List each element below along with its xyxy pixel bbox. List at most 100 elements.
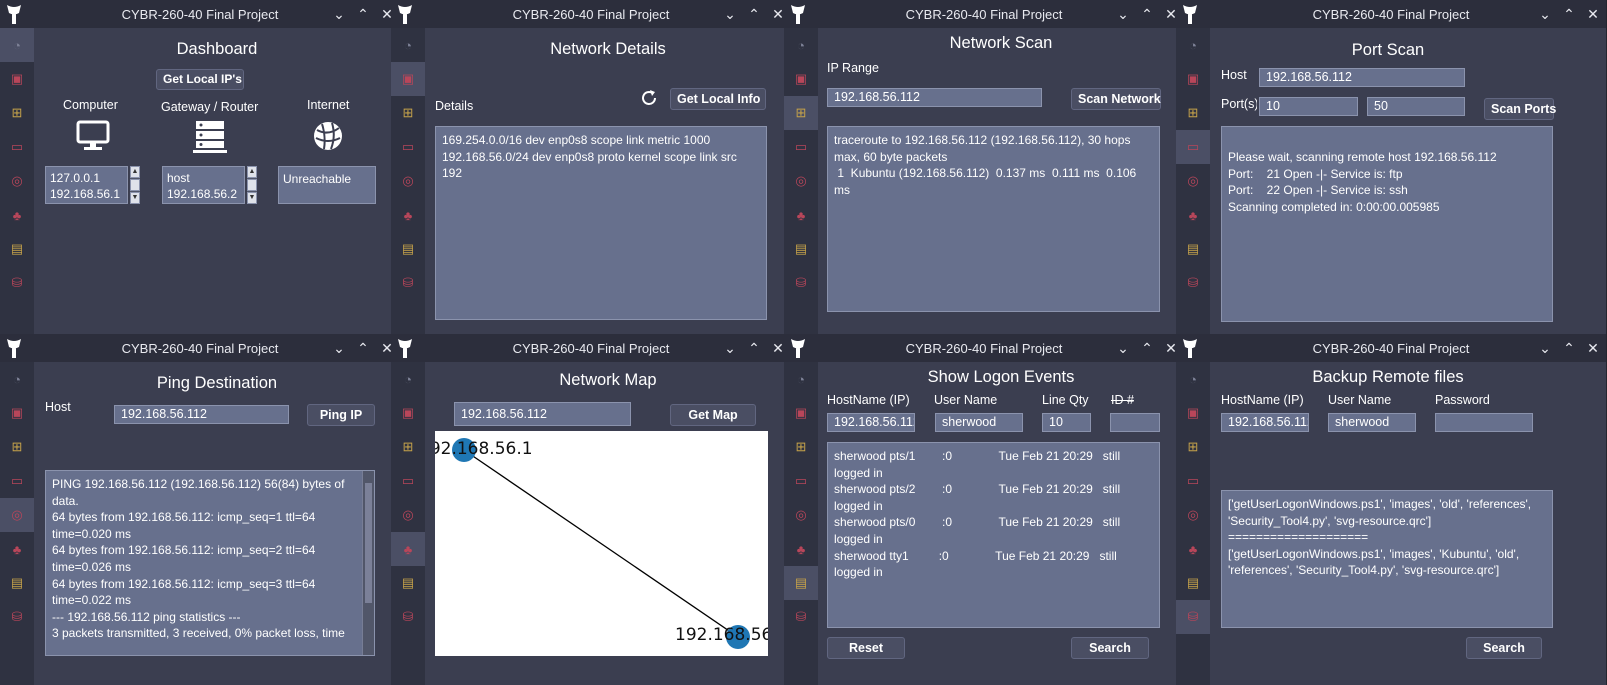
host-input[interactable]: 192.168.56.112 bbox=[1259, 68, 1465, 87]
reset-button[interactable]: Reset bbox=[827, 637, 905, 659]
map-ip-input[interactable]: 192.168.56.112 bbox=[454, 402, 631, 426]
sidebar-item-logon-events[interactable]: ▤ bbox=[0, 566, 34, 600]
sidebar-item-port-scan[interactable]: ▭ bbox=[784, 464, 818, 498]
scroll-up-icon[interactable]: ▲ bbox=[130, 166, 140, 178]
sidebar-item-port-scan[interactable]: ▭ bbox=[784, 130, 818, 164]
maximize-icon[interactable]: ⌃ bbox=[354, 338, 372, 358]
sidebar-item-dashboard[interactable]: ◔ bbox=[1176, 362, 1210, 396]
minimize-icon[interactable]: ⌄ bbox=[330, 338, 348, 358]
sidebar-item-network-map[interactable]: ♣ bbox=[1176, 532, 1210, 566]
ping-ip-button[interactable]: Ping IP bbox=[307, 404, 375, 426]
sidebar-item-ping[interactable]: ◎ bbox=[784, 498, 818, 532]
sidebar-item-ping[interactable]: ◎ bbox=[1176, 164, 1210, 198]
password-input[interactable] bbox=[1435, 413, 1533, 432]
hostname-input[interactable]: 192.168.56.112 bbox=[1221, 413, 1309, 432]
host-input[interactable]: 192.168.56.112 bbox=[114, 405, 289, 424]
title-bar[interactable]: CYBR-260-40 Final Project ⌄ ⌃ ✕ bbox=[0, 0, 400, 28]
sidebar-item-network-map[interactable]: ♣ bbox=[784, 532, 818, 566]
refresh-icon[interactable] bbox=[640, 89, 658, 107]
sidebar-item-logon-events[interactable]: ▤ bbox=[784, 232, 818, 266]
sidebar-item-logon-events[interactable]: ▤ bbox=[0, 232, 34, 266]
title-bar[interactable]: CYBR-260-40 Final Project ⌄ ⌃ ✕ bbox=[784, 0, 1184, 28]
sidebar-item-network-scan[interactable]: ⊞ bbox=[0, 96, 34, 130]
port-to-input[interactable]: 50 bbox=[1367, 97, 1465, 116]
sidebar-item-ping[interactable]: ◎ bbox=[391, 498, 425, 532]
sidebar-item-port-scan[interactable]: ▭ bbox=[1176, 130, 1210, 164]
sidebar-item-dashboard[interactable]: ◔ bbox=[391, 28, 425, 62]
gateway-list[interactable]: host 192.168.56.2 bbox=[162, 166, 245, 204]
sidebar-item-dashboard[interactable]: ◔ bbox=[391, 362, 425, 396]
maximize-icon[interactable]: ⌃ bbox=[745, 338, 763, 358]
maximize-icon[interactable]: ⌃ bbox=[1560, 338, 1578, 358]
sidebar-item-backup[interactable]: ⛁ bbox=[0, 266, 34, 300]
maximize-icon[interactable]: ⌃ bbox=[745, 4, 763, 24]
close-icon[interactable]: ✕ bbox=[1584, 4, 1602, 24]
sidebar-item-backup[interactable]: ⛁ bbox=[784, 266, 818, 300]
sidebar-item-ping[interactable]: ◎ bbox=[1176, 498, 1210, 532]
sidebar-item-network-scan[interactable]: ⊞ bbox=[784, 430, 818, 464]
sidebar-item-backup[interactable]: ⛁ bbox=[784, 600, 818, 634]
sidebar-item-backup[interactable]: ⛁ bbox=[0, 600, 34, 634]
sidebar-item-logon-events[interactable]: ▤ bbox=[1176, 566, 1210, 600]
sidebar-item-port-scan[interactable]: ▭ bbox=[391, 130, 425, 164]
title-bar[interactable]: CYBR-260-40 Final Project ⌄ ⌃ ✕ bbox=[1176, 334, 1606, 362]
minimize-icon[interactable]: ⌄ bbox=[721, 4, 739, 24]
get-map-button[interactable]: Get Map bbox=[670, 404, 756, 426]
sidebar-item-logon-events[interactable]: ▤ bbox=[391, 566, 425, 600]
sidebar-item-network-map[interactable]: ♣ bbox=[0, 198, 34, 232]
maximize-icon[interactable]: ⌃ bbox=[1138, 338, 1156, 358]
sidebar-item-ping[interactable]: ◎ bbox=[0, 164, 34, 198]
sidebar-item-port-scan[interactable]: ▭ bbox=[391, 464, 425, 498]
search-button[interactable]: Search bbox=[1466, 637, 1542, 659]
sidebar-item-dashboard[interactable]: ◔ bbox=[1176, 28, 1210, 62]
sidebar-item-network-scan[interactable]: ⊞ bbox=[391, 430, 425, 464]
scroll-thumb[interactable] bbox=[365, 483, 372, 603]
sidebar-item-backup[interactable]: ⛁ bbox=[391, 600, 425, 634]
sidebar-item-port-scan[interactable]: ▭ bbox=[0, 130, 34, 164]
computer-ip-list[interactable]: 127.0.0.1 192.168.56.1 bbox=[45, 166, 128, 204]
gateway-scrollbar[interactable]: ▲ ▼ bbox=[247, 166, 257, 204]
scroll-down-icon[interactable]: ▼ bbox=[247, 192, 257, 204]
sidebar-item-network-scan[interactable]: ⊞ bbox=[1176, 96, 1210, 130]
minimize-icon[interactable]: ⌄ bbox=[1536, 4, 1554, 24]
sidebar-item-network-details[interactable]: ▣ bbox=[1176, 396, 1210, 430]
sidebar-item-network-map[interactable]: ♣ bbox=[391, 532, 425, 566]
sidebar-item-backup[interactable]: ⛁ bbox=[1176, 600, 1210, 634]
sidebar-item-logon-events[interactable]: ▤ bbox=[391, 232, 425, 266]
computer-ip-scrollbar[interactable]: ▲ ▼ bbox=[130, 166, 140, 204]
sidebar-item-dashboard[interactable]: ◔ bbox=[0, 362, 34, 396]
ip-range-input[interactable]: 192.168.56.112 bbox=[827, 88, 1042, 107]
get-local-info-button[interactable]: Get Local Info bbox=[670, 88, 766, 110]
title-bar[interactable]: CYBR-260-40 Final Project ⌄ ⌃ ✕ bbox=[391, 0, 791, 28]
get-local-ips-button[interactable]: Get Local IP's bbox=[156, 69, 244, 90]
minimize-icon[interactable]: ⌄ bbox=[721, 338, 739, 358]
minimize-icon[interactable]: ⌄ bbox=[1536, 338, 1554, 358]
sidebar-item-network-details[interactable]: ▣ bbox=[391, 62, 425, 96]
id-input[interactable] bbox=[1110, 413, 1160, 432]
sidebar-item-logon-events[interactable]: ▤ bbox=[784, 566, 818, 600]
network-map-canvas[interactable]: 192.168.56.1 192.168.56.112 bbox=[435, 431, 768, 656]
close-icon[interactable]: ✕ bbox=[1584, 338, 1602, 358]
sidebar-item-network-map[interactable]: ♣ bbox=[0, 532, 34, 566]
sidebar-item-network-details[interactable]: ▣ bbox=[784, 396, 818, 430]
title-bar[interactable]: CYBR-260-40 Final Project ⌄ ⌃ ✕ bbox=[391, 334, 791, 362]
title-bar[interactable]: CYBR-260-40 Final Project ⌄ ⌃ ✕ bbox=[0, 334, 400, 362]
hostname-input[interactable]: 192.168.56.112 bbox=[827, 413, 915, 432]
sidebar-item-port-scan[interactable]: ▭ bbox=[1176, 464, 1210, 498]
sidebar-item-network-map[interactable]: ♣ bbox=[784, 198, 818, 232]
sidebar-item-network-details[interactable]: ▣ bbox=[391, 396, 425, 430]
title-bar[interactable]: CYBR-260-40 Final Project ⌄ ⌃ ✕ bbox=[784, 334, 1184, 362]
sidebar-item-network-details[interactable]: ▣ bbox=[0, 396, 34, 430]
sidebar-item-network-map[interactable]: ♣ bbox=[1176, 198, 1210, 232]
scan-ports-button[interactable]: Scan Ports bbox=[1484, 98, 1556, 120]
sidebar-item-network-scan[interactable]: ⊞ bbox=[0, 430, 34, 464]
ping-scrollbar[interactable] bbox=[362, 471, 374, 655]
title-bar[interactable]: CYBR-260-40 Final Project ⌄ ⌃ ✕ bbox=[1176, 0, 1606, 28]
sidebar-item-ping[interactable]: ◎ bbox=[0, 498, 34, 532]
sidebar-item-port-scan[interactable]: ▭ bbox=[0, 464, 34, 498]
sidebar-item-dashboard[interactable]: ◔ bbox=[784, 28, 818, 62]
scroll-down-icon[interactable]: ▼ bbox=[130, 192, 140, 204]
sidebar-item-ping[interactable]: ◎ bbox=[784, 164, 818, 198]
lineqty-input[interactable]: 10 bbox=[1042, 413, 1091, 432]
sidebar-item-network-details[interactable]: ▣ bbox=[0, 62, 34, 96]
